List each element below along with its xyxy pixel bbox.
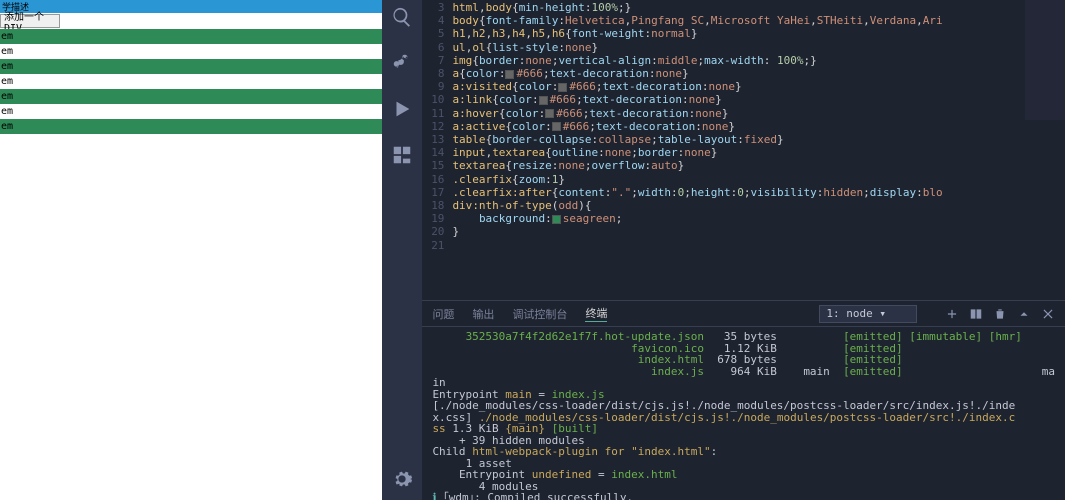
preview-title-bar: 学描述: [0, 0, 382, 13]
vscode: 3456789101112131415161718192021 html,bod…: [382, 0, 1065, 500]
panel: 问题 输出 调试控制台 终端 1: node ▾ 352530a7f4f2d62: [422, 300, 1065, 500]
editor[interactable]: 3456789101112131415161718192021 html,bod…: [422, 0, 1065, 300]
new-terminal-icon[interactable]: [945, 307, 959, 321]
add-div-button[interactable]: 添加一个DIV: [0, 14, 60, 28]
extensions-icon[interactable]: [391, 144, 413, 166]
minimap[interactable]: [1025, 0, 1065, 120]
tab-debug-console[interactable]: 调试控制台: [512, 306, 567, 322]
trash-icon[interactable]: [993, 307, 1007, 321]
debug-icon[interactable]: [391, 98, 413, 120]
close-icon[interactable]: [1041, 307, 1055, 321]
terminal-output[interactable]: 352530a7f4f2d62e1f7f.hot-update.json 35 …: [422, 327, 1065, 500]
source-control-icon[interactable]: [391, 52, 413, 74]
preview-row: em: [0, 119, 382, 134]
terminal-selector[interactable]: 1: node ▾: [819, 305, 917, 323]
preview-row: em: [0, 104, 382, 119]
split-terminal-icon[interactable]: [969, 307, 983, 321]
preview-rows: em em em em em em em: [0, 29, 382, 134]
preview-row: em: [0, 29, 382, 44]
browser-preview: 学描述 添加一个DIV em em em em em em em: [0, 0, 382, 500]
search-icon[interactable]: [391, 6, 413, 28]
preview-row: em: [0, 59, 382, 74]
chevron-up-icon[interactable]: [1017, 307, 1031, 321]
activity-bar: [382, 0, 422, 500]
line-gutter: 3456789101112131415161718192021: [422, 0, 452, 300]
settings-icon[interactable]: [391, 468, 413, 490]
tab-terminal[interactable]: 终端: [585, 305, 607, 322]
tab-output[interactable]: 输出: [472, 306, 494, 322]
code-area[interactable]: html,body{min-height:100%;}body{font-fam…: [452, 0, 1065, 300]
panel-tabs: 问题 输出 调试控制台 终端 1: node ▾: [422, 301, 1065, 327]
tab-problems[interactable]: 问题: [432, 306, 454, 322]
preview-row: em: [0, 44, 382, 59]
preview-row: em: [0, 74, 382, 89]
preview-row: em: [0, 89, 382, 104]
